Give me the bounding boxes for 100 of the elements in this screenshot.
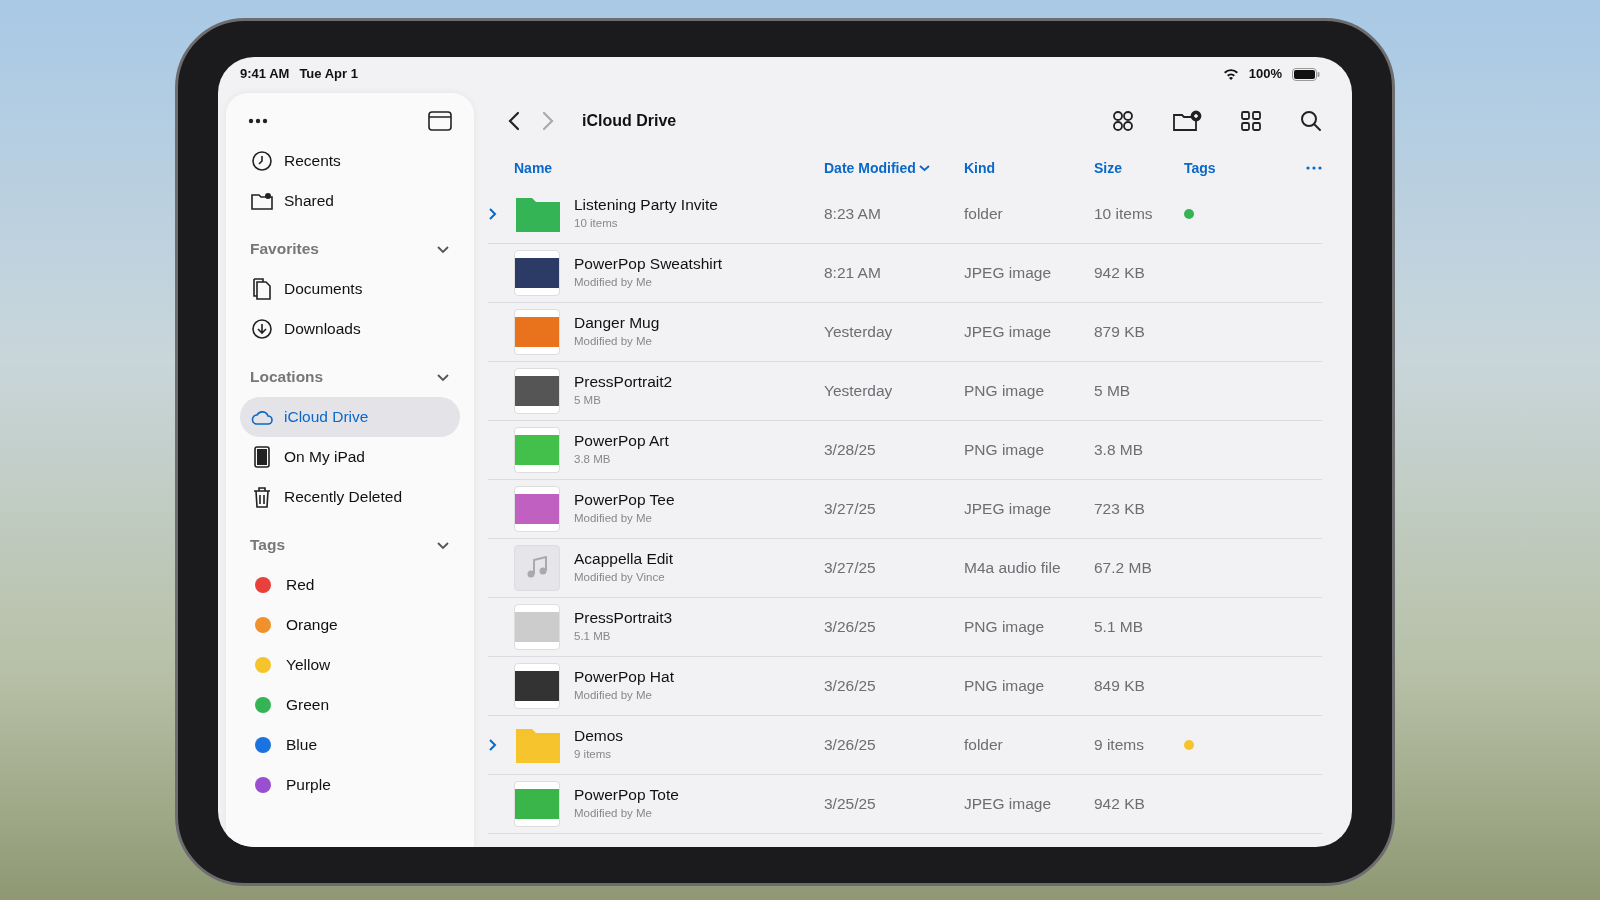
chevron-icon[interactable] bbox=[436, 540, 450, 550]
sidebar-item[interactable]: Red bbox=[240, 565, 460, 605]
date-modified: 3/28/25 bbox=[824, 440, 877, 461]
battery-percent: 100% bbox=[1248, 65, 1282, 84]
sidebar-item[interactable]: Documents bbox=[240, 269, 460, 309]
sidebar-item[interactable]: Shared bbox=[240, 181, 460, 221]
file-kind: JPEG image bbox=[964, 794, 1052, 815]
sidebar-item[interactable]: iCloud Drive bbox=[240, 397, 460, 437]
wifi-icon bbox=[1222, 68, 1239, 80]
sort-chevron-icon bbox=[918, 164, 930, 172]
photo-thumbnail bbox=[514, 368, 560, 414]
sidebar-item[interactable]: Downloads bbox=[240, 309, 460, 349]
sidebar-item[interactable]: Recents bbox=[240, 141, 460, 181]
download-icon bbox=[250, 318, 274, 340]
chevron-icon[interactable] bbox=[436, 244, 450, 254]
file-size: 10 items bbox=[1094, 204, 1154, 225]
sidebar-item[interactable]: On My iPad bbox=[240, 437, 460, 477]
sidebar-item[interactable]: Yellow bbox=[240, 645, 460, 685]
sidebar-item[interactable]: Purple bbox=[240, 765, 460, 805]
photo-thumbnail bbox=[514, 663, 560, 709]
file-subtitle: 5 MB bbox=[574, 392, 602, 408]
file-kind: PNG image bbox=[964, 617, 1046, 638]
file-size: 5 MB bbox=[1094, 381, 1132, 402]
photo-thumbnail bbox=[514, 604, 560, 650]
file-kind: JPEG image bbox=[964, 322, 1052, 343]
clock-icon bbox=[250, 150, 274, 172]
file-size: 879 KB bbox=[1094, 322, 1146, 343]
sidebar-item[interactable]: Blue bbox=[240, 725, 460, 765]
file-size: 942 KB bbox=[1094, 794, 1146, 815]
file-name: PowerPop Tote bbox=[574, 786, 680, 805]
status-time: 9:41 AM bbox=[240, 65, 290, 84]
sidebar-item[interactable]: Orange bbox=[240, 605, 460, 645]
file-subtitle: Modified by Vince bbox=[574, 569, 666, 585]
file-subtitle: Modified by Me bbox=[574, 805, 653, 821]
file-size: 3.8 MB bbox=[1094, 440, 1145, 461]
file-size: 67.2 MB bbox=[1094, 558, 1153, 579]
file-name: Listening Party Invite bbox=[574, 196, 719, 215]
file-kind: PNG image bbox=[964, 676, 1046, 697]
section-header: Favorites bbox=[250, 239, 319, 260]
chevron-icon[interactable] bbox=[436, 372, 450, 382]
sidebar-item[interactable]: Green bbox=[240, 685, 460, 725]
date-modified: 3/26/25 bbox=[824, 735, 877, 756]
date-modified: 3/25/25 bbox=[824, 794, 877, 815]
sidebar-item[interactable]: Recently Deleted bbox=[240, 477, 460, 517]
status-date: Tue Apr 1 bbox=[299, 65, 358, 84]
file-kind: M4a audio file bbox=[964, 558, 1062, 579]
more-icon[interactable] bbox=[248, 118, 268, 124]
shared-folder-icon bbox=[250, 190, 274, 212]
file-subtitle: Modified by Me bbox=[574, 687, 653, 703]
date-modified: 8:23 AM bbox=[824, 204, 882, 225]
file-kind: folder bbox=[964, 735, 1004, 756]
file-name: PowerPop Hat bbox=[574, 668, 675, 687]
file-size: 723 KB bbox=[1094, 499, 1146, 520]
back-icon[interactable] bbox=[508, 111, 520, 131]
file-size: 942 KB bbox=[1094, 263, 1146, 284]
file-name: PressPortrait3 bbox=[574, 609, 674, 628]
file-kind: PNG image bbox=[964, 440, 1046, 461]
column-header[interactable]: Tags bbox=[1184, 157, 1254, 179]
documents-icon bbox=[250, 278, 274, 300]
photo-thumbnail bbox=[514, 486, 560, 532]
sidebar-toggle-icon[interactable] bbox=[428, 111, 452, 131]
file-size: 849 KB bbox=[1094, 676, 1146, 697]
file-subtitle: Modified by Me bbox=[574, 510, 653, 526]
file-kind: JPEG image bbox=[964, 263, 1052, 284]
date-modified: 3/27/25 bbox=[824, 558, 877, 579]
date-modified: 3/26/25 bbox=[824, 676, 877, 697]
file-subtitle: 10 items bbox=[574, 215, 619, 231]
photo-thumbnail bbox=[514, 427, 560, 473]
new-folder-icon[interactable] bbox=[1172, 110, 1202, 132]
file-name: Demos bbox=[574, 727, 625, 746]
column-header[interactable]: Kind bbox=[964, 157, 1094, 179]
file-name: Danger Mug bbox=[574, 314, 661, 333]
folder-title: iCloud Drive bbox=[582, 111, 677, 131]
file-subtitle: Modified by Me bbox=[574, 274, 653, 290]
file-kind: folder bbox=[964, 204, 1004, 225]
file-kind: JPEG image bbox=[964, 499, 1052, 520]
audio-file-icon bbox=[514, 545, 560, 591]
file-name: Acappella Edit bbox=[574, 550, 675, 569]
battery-icon bbox=[1292, 67, 1320, 81]
file-name: PowerPop Sweatshirt bbox=[574, 255, 724, 274]
file-subtitle: 9 items bbox=[574, 746, 613, 762]
column-header[interactable]: Date Modified bbox=[824, 157, 964, 179]
file-subtitle: Modified by Me bbox=[574, 333, 653, 349]
file-size: 9 items bbox=[1094, 735, 1145, 756]
search-icon[interactable] bbox=[1300, 110, 1322, 132]
section-header: Tags bbox=[250, 535, 286, 556]
tags-icon[interactable] bbox=[1112, 110, 1134, 132]
grid-view-icon[interactable] bbox=[1240, 110, 1262, 132]
photo-thumbnail bbox=[514, 781, 560, 827]
date-modified: 8:21 AM bbox=[824, 263, 882, 284]
section-header: Locations bbox=[250, 367, 324, 388]
column-header[interactable]: Size bbox=[1094, 157, 1184, 179]
file-subtitle: 3.8 MB bbox=[574, 451, 612, 467]
date-modified: 3/27/25 bbox=[824, 499, 877, 520]
file-kind: PNG image bbox=[964, 381, 1046, 402]
date-modified: 3/26/25 bbox=[824, 617, 877, 638]
column-header[interactable]: Name bbox=[514, 157, 824, 179]
file-name: PowerPop Tee bbox=[574, 491, 676, 510]
photo-thumbnail bbox=[514, 309, 560, 355]
file-name: PressPortrait2 bbox=[574, 373, 674, 392]
